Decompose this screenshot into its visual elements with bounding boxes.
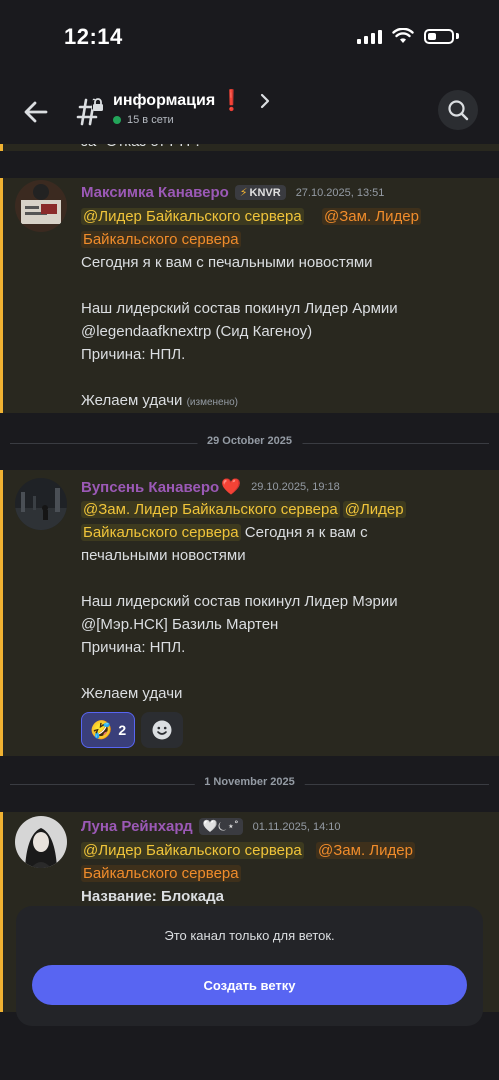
reactions-bar: 🤣 2 [81,712,184,748]
role-mention[interactable]: Байкальского сервера [81,865,241,882]
server-tag[interactable]: ⚡ KNVR [234,185,286,200]
exclamation-emoji: ❗ [219,90,245,112]
create-thread-button[interactable]: Создать ветку [32,965,467,1005]
search-icon [448,100,469,121]
message-header: Луна Рейнхард 🤍⏾⋆˚ 01.11.2025, 14:10 [81,818,341,835]
avatar[interactable] [15,478,67,530]
channel-title: информация [113,91,216,109]
message-content: @Зам. Лидер Байкальского сервера @Лидер Б… [81,501,406,702]
role-mention[interactable]: @Лидер [342,501,406,518]
battery-icon [424,28,454,44]
cellular-signal-icon [357,28,382,44]
wifi-icon [392,28,414,43]
channel-header: информация ❗ 15 в сети [0,78,499,144]
message-item[interactable]: Вупсень Канаверо ❤️ 29.10.2025, 19:18 @З… [0,470,499,756]
online-count: 15 в сети [113,114,174,126]
status-bar: 12:14 [0,0,499,72]
message-header: Вупсень Канаверо ❤️ 29.10.2025, 19:18 [81,477,340,497]
add-reaction-smiley-icon [152,720,172,740]
role-mention[interactable]: @Зам. Лидер [322,208,421,225]
threads-only-text: Это канал только для веток. [164,928,335,943]
status-time: 12:14 [64,24,123,49]
message-content: @Лидер Байкальского сервера @Зам. Лидер … [81,842,415,905]
edited-label: (изменено) [186,397,238,408]
avatar[interactable] [15,180,67,232]
role-mention[interactable]: Байкальского сервера [81,524,241,541]
role-mention[interactable]: @Зам. Лидер [316,842,415,859]
role-mention[interactable]: @Зам. Лидер Байкальского сервера [81,501,340,518]
previous-message-fragment: за "Отказ от РП". [0,144,499,151]
chevron-right-icon [260,93,270,108]
reaction-rofl[interactable]: 🤣 2 [81,712,136,748]
add-reaction-button[interactable] [141,712,184,748]
message-header: Максимка Канаверо ⚡ KNVR 27.10.2025, 13:… [81,184,384,201]
message-timestamp: 27.10.2025, 13:51 [295,186,385,199]
status-icons [357,28,459,44]
channel-title-row[interactable]: информация ❗ [113,88,270,113]
author-name[interactable]: Вупсень Канаверо [81,479,219,496]
locked-thread-channel-icon [76,98,104,126]
date-divider: 29 October 2025 [10,433,489,453]
message-content: @Лидер Байкальского сервера @Зам. Лидер … [81,208,421,409]
search-button[interactable] [438,90,478,130]
avatar[interactable] [15,816,67,868]
role-mention[interactable]: Байкальского сервера [81,231,241,248]
online-dot-icon [113,116,121,124]
back-arrow-icon[interactable] [20,96,52,128]
lightning-icon: ⚡ [239,187,248,199]
rofl-emoji: 🤣 [90,719,113,740]
role-mention[interactable]: @Лидер Байкальского сервера [81,842,304,859]
message-timestamp: 01.11.2025, 14:10 [252,820,341,833]
heart-emoji: ❤️ [221,479,242,496]
message-item[interactable]: Максимка Канаверо ⚡ KNVR 27.10.2025, 13:… [0,178,499,413]
author-badge[interactable]: 🤍⏾⋆˚ [198,818,243,835]
threads-only-notice: Это канал только для веток. Создать ветк… [16,906,483,1026]
role-mention[interactable]: @Лидер Байкальского сервера [81,208,304,225]
message-timestamp: 29.10.2025, 19:18 [251,481,340,493]
author-name[interactable]: Луна Рейнхард [81,818,193,835]
date-divider: 1 November 2025 [10,774,489,794]
author-name[interactable]: Максимка Канаверо [81,184,229,201]
